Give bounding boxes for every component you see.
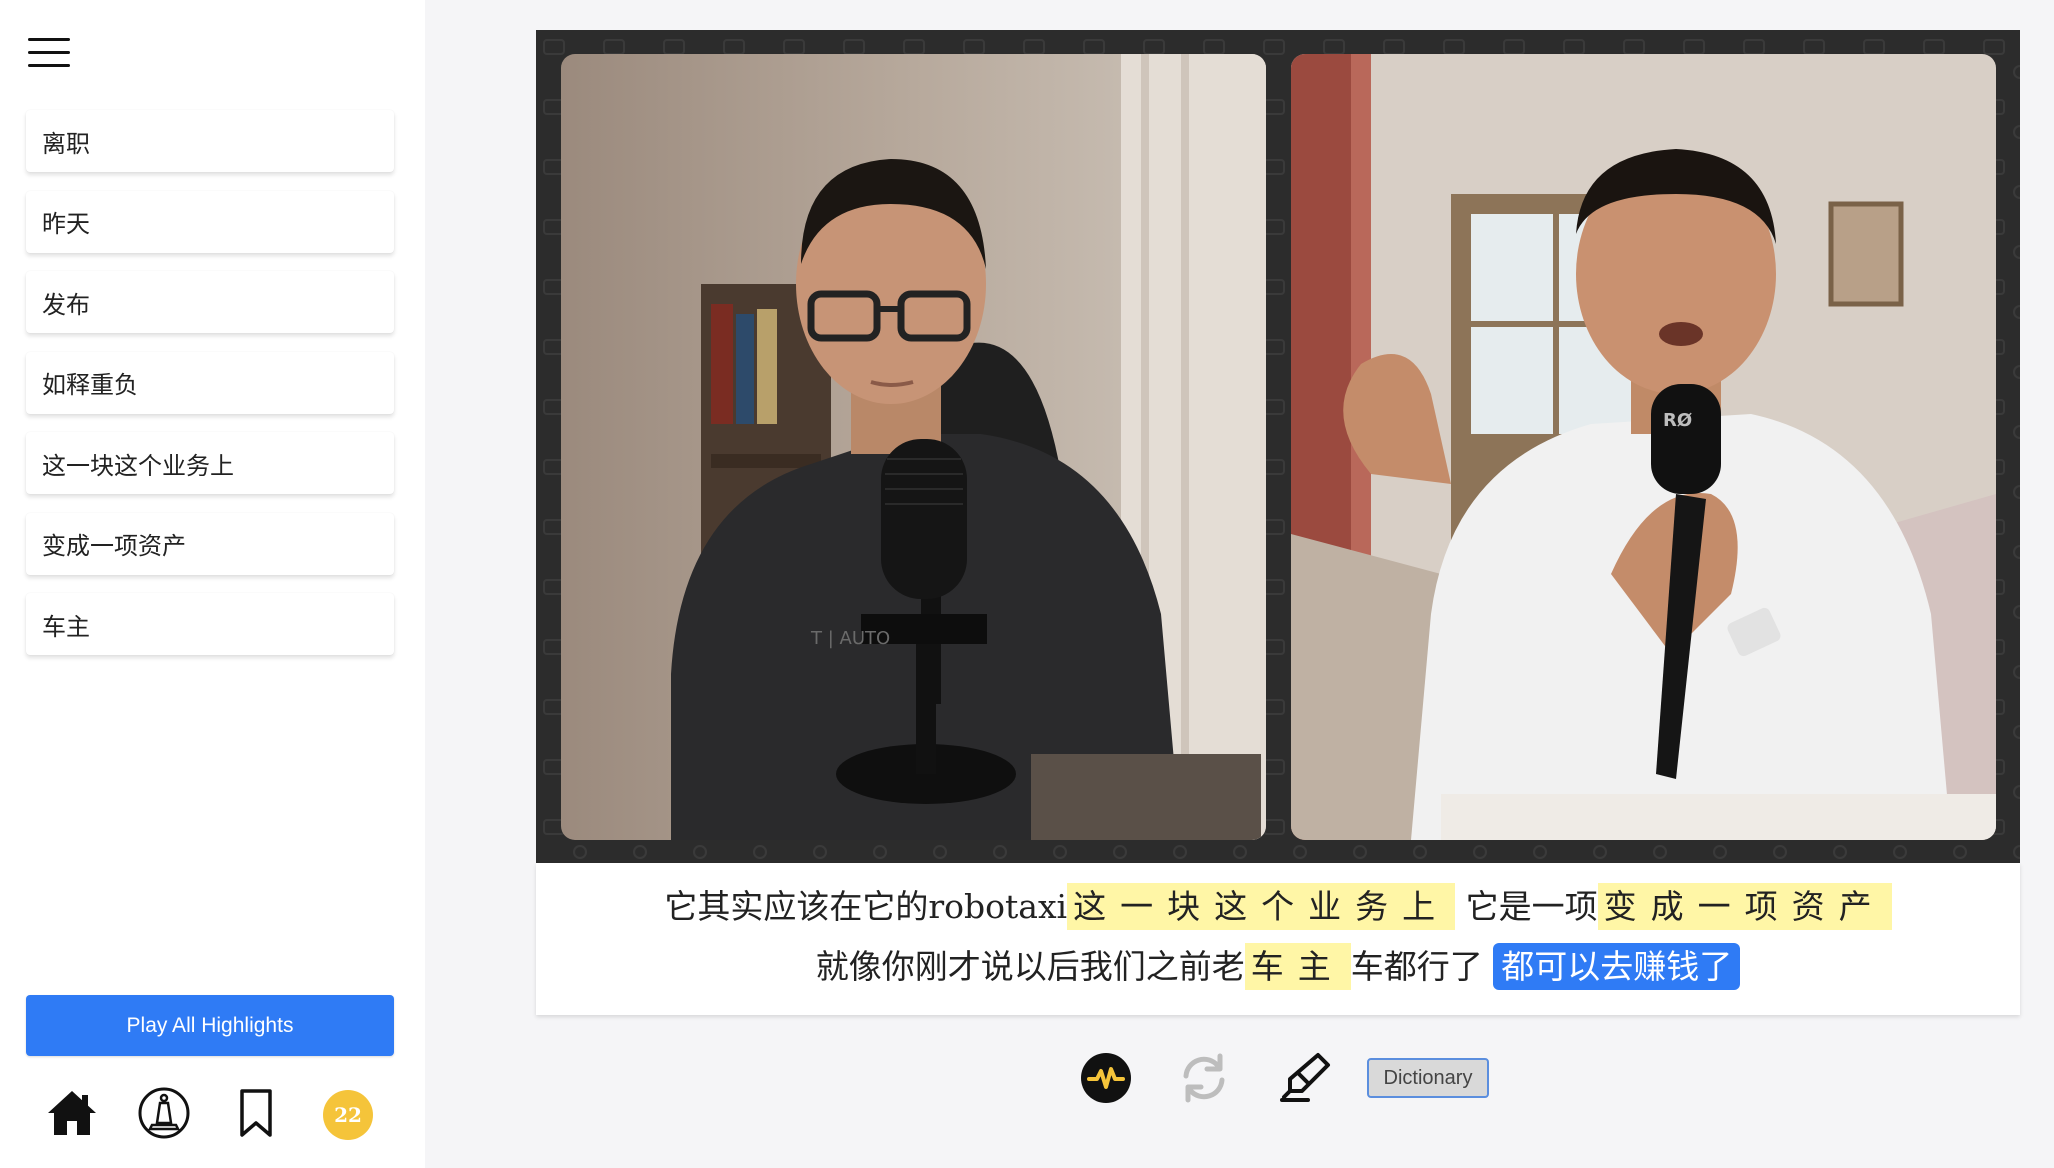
highlight-item[interactable]: 这一块这个业务上: [26, 432, 394, 494]
study-icon[interactable]: [136, 1085, 192, 1141]
svg-text:T | AUTO: T | AUTO: [810, 628, 890, 649]
dictionary-button[interactable]: Dictionary: [1367, 1058, 1489, 1098]
subtitle-text[interactable]: 就像你刚才说以后我们之前老: [816, 947, 1245, 986]
sidebar: 离职 昨天 发布 如释重负 这一块这个业务上 变成一项资产 车主 Play Al…: [0, 0, 425, 1168]
highlight-item[interactable]: 变成一项资产: [26, 512, 394, 575]
waveform-icon[interactable]: [1080, 1052, 1132, 1108]
subtitle-highlight[interactable]: 变成一项资产: [1597, 883, 1892, 930]
svg-text:RØ: RØ: [1663, 410, 1692, 431]
bookmark-icon[interactable]: [228, 1085, 284, 1141]
highlight-item[interactable]: 车主: [26, 593, 394, 655]
subtitle-text[interactable]: 它是一项: [1455, 887, 1598, 926]
repeat-icon[interactable]: [1176, 1050, 1232, 1110]
subtitle-highlight[interactable]: 车主: [1244, 943, 1351, 990]
play-all-highlights-button[interactable]: Play All Highlights: [26, 995, 394, 1056]
subtitle-highlight[interactable]: 这一块这个业务上: [1067, 883, 1456, 930]
count-badge[interactable]: 22: [323, 1090, 373, 1140]
right-speaker-video: RØ: [1291, 54, 1996, 840]
left-speaker-video: T | AUTO: [561, 54, 1266, 840]
home-icon[interactable]: [44, 1085, 100, 1141]
highlight-item[interactable]: 离职: [26, 110, 394, 172]
subtitle-text[interactable]: 它其实应该在它的robotaxi: [664, 887, 1067, 926]
subtitle-text[interactable]: 车都行了: [1351, 947, 1494, 986]
player-controls: Dictionary: [1075, 1045, 1495, 1110]
highlights-list: 离职 昨天 发布 如释重负 这一块这个业务上 变成一项资产 车主: [26, 110, 394, 674]
video-player[interactable]: T | AUTO RØ: [536, 30, 2020, 863]
subtitle-current-phrase[interactable]: 都可以去赚钱了: [1493, 943, 1741, 990]
subtitle-line-1: 它其实应该在它的robotaxi 这一块这个业务上 它是一项 变成一项资产: [536, 877, 2020, 937]
subtitle-panel: 它其实应该在它的robotaxi 这一块这个业务上 它是一项 变成一项资产 就像你刚…: [536, 863, 2020, 1015]
bottom-nav: 22: [0, 1085, 425, 1145]
highlight-item[interactable]: 发布: [26, 271, 394, 333]
highlight-item[interactable]: 如释重负: [26, 351, 394, 414]
menu-icon[interactable]: [28, 36, 70, 70]
highlight-item[interactable]: 昨天: [26, 190, 394, 253]
subtitle-line-2: 就像你刚才说以后我们之前老 车主 车都行了 都可以去赚钱了: [536, 937, 2020, 997]
highlighter-icon[interactable]: [1278, 1050, 1332, 1108]
